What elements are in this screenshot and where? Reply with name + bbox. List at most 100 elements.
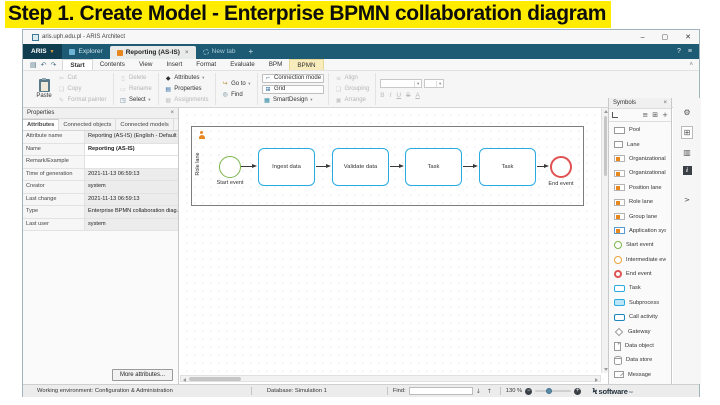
attribute-row: Time of generation 2021-11-13 06:59:13 <box>23 169 178 182</box>
font-family-select[interactable]: ▾ <box>380 79 422 88</box>
symbol-application-system[interactable]: Application system... <box>609 224 666 238</box>
chevron-right-icon[interactable]: > <box>684 196 690 204</box>
ribbon-tab-format[interactable]: Format <box>189 59 223 70</box>
tab-reporting-as-is[interactable]: Reporting (AS-IS) × <box>110 46 196 59</box>
find-next-icon[interactable]: ↓ <box>476 388 481 395</box>
connection-mode-button[interactable]: ⌐Connection mode <box>262 74 325 83</box>
ribbon-tab-insert[interactable]: Insert <box>159 59 189 70</box>
connection-tool-icon[interactable] <box>612 112 618 118</box>
collapse-ribbon-icon[interactable]: ˄ <box>683 59 699 70</box>
find-button[interactable]: ◎Find <box>220 90 253 99</box>
info-icon[interactable]: i <box>683 166 692 175</box>
scroll-left-icon[interactable] <box>183 378 186 382</box>
symbol-org-unit[interactable]: Organizational unit... <box>609 152 666 166</box>
sequence-flow[interactable] <box>537 166 544 167</box>
zoom-slider-thumb[interactable] <box>546 388 552 394</box>
window-titlebar: aris.uph.edu.pl - ARIS Architect – ▢ ✕ <box>23 30 699 44</box>
aris-menu-button[interactable]: ARIS ▼ <box>23 44 62 59</box>
close-icon[interactable]: × <box>170 110 174 116</box>
scroll-right-icon[interactable] <box>595 378 598 382</box>
symbol-gateway[interactable]: Gateway <box>609 324 666 338</box>
paste-button[interactable]: Paste <box>32 79 56 99</box>
symbol-data-object[interactable]: Data object <box>609 339 666 353</box>
symbol-group-lane[interactable]: Group lane <box>609 209 666 223</box>
symbols-palette-icon[interactable]: ⊞ <box>681 126 694 139</box>
symbol-call-activity[interactable]: Call activity <box>609 310 666 324</box>
tab-connected-models[interactable]: Connected models <box>116 119 173 130</box>
symbol-data-store[interactable]: Data store <box>609 353 666 367</box>
zoom-out-button[interactable]: − <box>525 388 532 395</box>
symbol-message[interactable]: Message <box>609 368 666 382</box>
scroll-up-icon[interactable] <box>604 110 608 113</box>
ribbon-tab-contents[interactable]: Contents <box>93 59 132 70</box>
find-input[interactable] <box>409 387 473 395</box>
task-4[interactable]: Task <box>479 148 536 186</box>
sequence-flow[interactable] <box>241 166 252 167</box>
scrollbar-thumb[interactable] <box>604 116 608 176</box>
start-event-shape[interactable] <box>219 156 241 178</box>
app-icon <box>32 34 39 41</box>
navigation-icon[interactable]: ▥ <box>683 148 691 157</box>
tab-attributes[interactable]: Attributes <box>23 119 59 130</box>
minimize-button[interactable]: – <box>641 34 645 41</box>
attributes-button[interactable]: ◆Attributes▾ <box>163 74 211 83</box>
ribbon-tab-bpmn[interactable]: BPMN <box>289 59 323 70</box>
goto-button[interactable]: ↪Go to▾ <box>220 79 253 88</box>
symbol-lane[interactable]: Lane <box>609 137 666 151</box>
maximize-button[interactable]: ▢ <box>662 33 669 41</box>
find-previous-icon[interactable]: ↑ <box>487 388 492 395</box>
vertical-scrollbar[interactable] <box>601 108 608 373</box>
ribbon-tab-bpm[interactable]: BPM <box>262 59 290 70</box>
end-event-shape[interactable] <box>550 156 572 178</box>
sequence-flow[interactable] <box>463 166 473 167</box>
horizontal-scrollbar[interactable] <box>180 375 601 382</box>
symbol-start-event[interactable]: Start event <box>609 238 666 252</box>
hamburger-menu-icon[interactable]: ≡ <box>688 48 692 55</box>
font-size-select[interactable]: ▾ <box>424 79 444 88</box>
scroll-down-icon[interactable] <box>604 368 608 371</box>
ribbon-tab-view[interactable]: View <box>132 59 160 70</box>
symbol-pool[interactable]: Pool <box>609 123 666 137</box>
list-view-icon[interactable]: ≡ <box>642 111 648 119</box>
undo-icon[interactable]: ↶ <box>41 61 47 69</box>
redo-icon[interactable]: ↷ <box>51 61 57 69</box>
symbol-role-lane[interactable]: Role lane <box>609 195 666 209</box>
close-tab-icon[interactable]: × <box>185 49 189 56</box>
help-icon[interactable]: ? <box>677 48 681 55</box>
data-object-icon <box>614 342 621 351</box>
symbol-position-lane[interactable]: Position lane <box>609 181 666 195</box>
sequence-flow[interactable] <box>316 166 326 167</box>
ribbon-tab-start[interactable]: Start <box>62 59 92 70</box>
ribbon-tab-evaluate[interactable]: Evaluate <box>223 59 262 70</box>
symbol-subprocess[interactable]: Subprocess <box>609 296 666 310</box>
add-tab-button[interactable]: + <box>243 44 260 59</box>
task-ingest-data[interactable]: Ingest data <box>258 148 315 186</box>
zoom-in-button[interactable]: + <box>574 388 581 395</box>
tab-explorer[interactable]: Explorer <box>62 44 109 59</box>
close-button[interactable]: ✕ <box>685 33 691 41</box>
symbol-end-event[interactable]: End event <box>609 267 666 281</box>
symbol-intermediate-event[interactable]: Intermediate event <box>609 253 666 267</box>
zoom-slider[interactable] <box>535 390 571 393</box>
close-icon[interactable]: × <box>663 100 667 106</box>
add-symbol-icon[interactable]: + <box>662 111 668 119</box>
find-label: Find: <box>393 388 406 394</box>
symbol-org-unit-2[interactable]: Organizational unit... <box>609 166 666 180</box>
grid-view-icon[interactable]: ⊞ <box>652 111 658 119</box>
more-attributes-button[interactable]: More attributes... <box>112 369 173 381</box>
sequence-flow[interactable] <box>390 166 399 167</box>
tab-connected-objects[interactable]: Connected objects <box>59 119 116 130</box>
select-button[interactable]: ◳Select▾ <box>118 96 154 105</box>
settings-gear-icon[interactable]: ⚙ <box>683 108 690 117</box>
grid-button[interactable]: ⊞Grid <box>262 85 325 94</box>
save-icon[interactable]: ▤ <box>30 61 37 69</box>
task-3[interactable]: Task <box>405 148 462 186</box>
scrollbar-thumb[interactable] <box>189 377 241 381</box>
tab-new-tab[interactable]: New tab <box>196 44 243 59</box>
task-validate-data[interactable]: Validate data <box>332 148 389 186</box>
properties-button[interactable]: ▤Properties <box>163 85 211 94</box>
symbol-task[interactable]: Task <box>609 281 666 295</box>
slide-title: Step 1. Create Model - Enterprise BPMN c… <box>5 1 611 28</box>
smartdesign-button[interactable]: ▦SmartDesign▾ <box>262 96 325 105</box>
model-canvas[interactable]: Role lane Start event Ingest data Valida… <box>180 108 608 384</box>
